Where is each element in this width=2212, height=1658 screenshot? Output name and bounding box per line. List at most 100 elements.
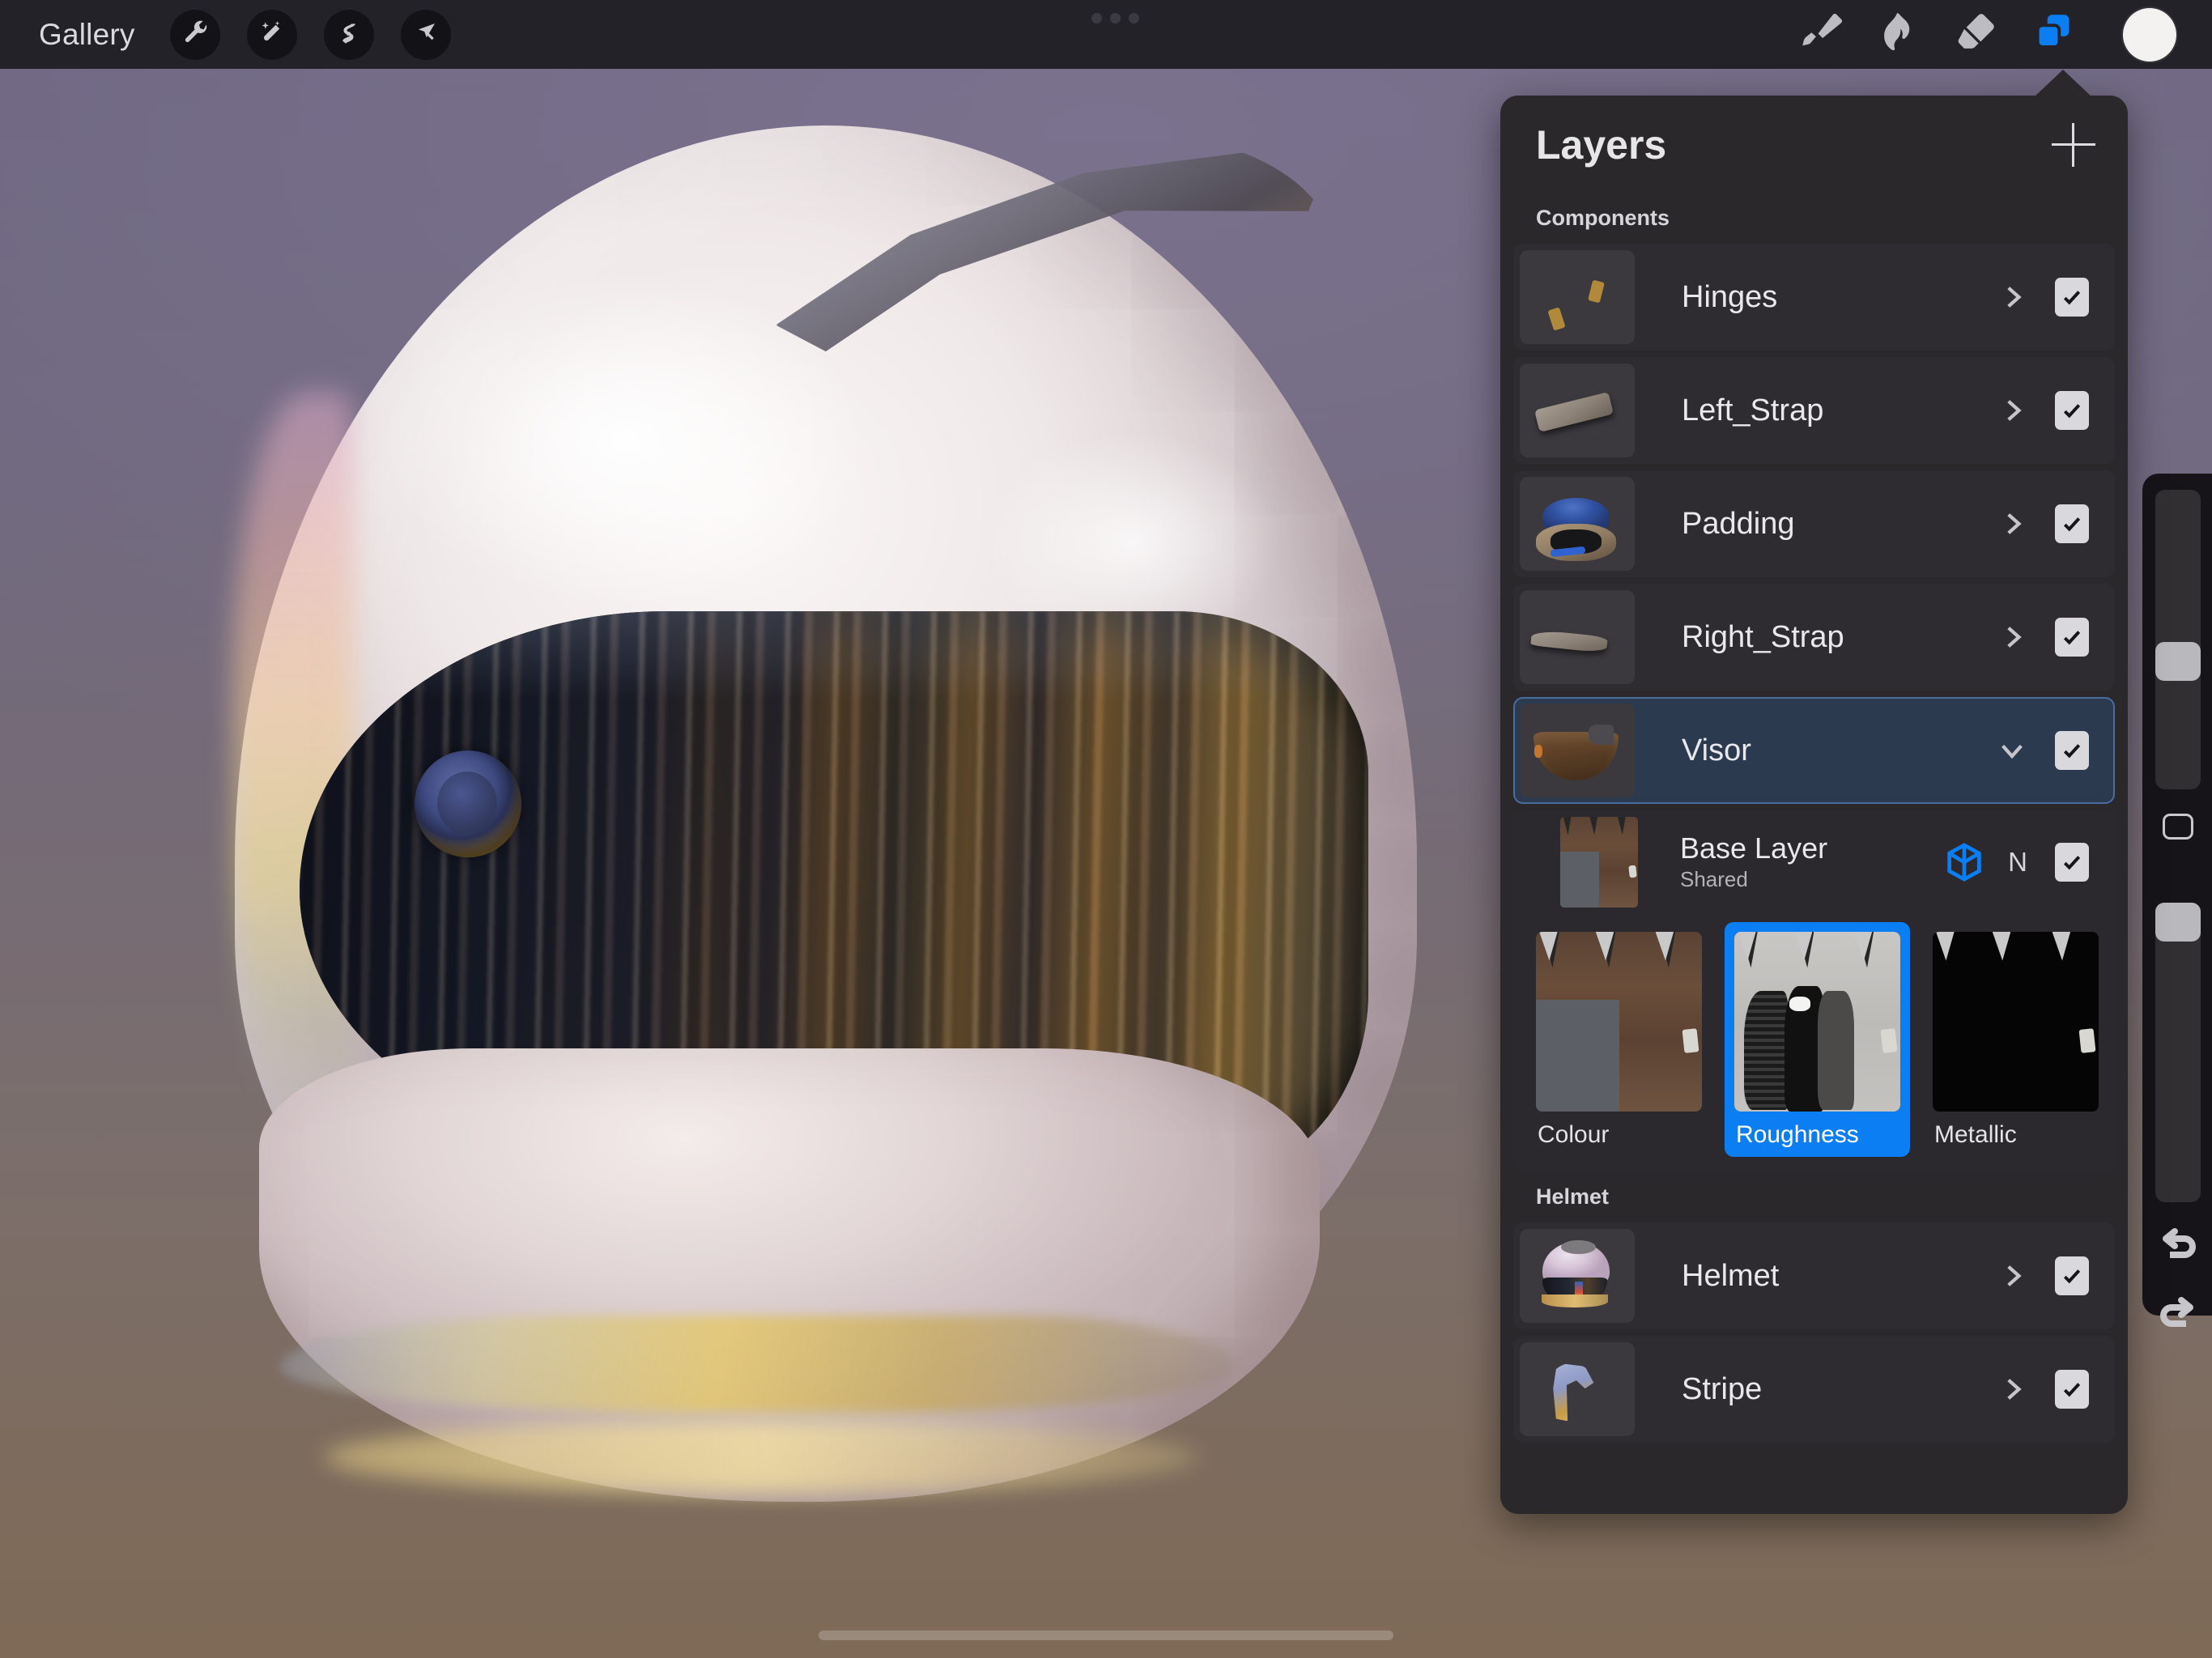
layers-button[interactable] [2014,0,2092,69]
texture-map-thumbnail [1536,932,1702,1112]
chevron-right-icon[interactable] [1998,1375,2026,1403]
section-label-helmet: Helmet [1500,1173,2128,1222]
sub-layer-visibility-checkbox[interactable] [2055,843,2089,882]
arrow-cursor-icon [412,19,440,50]
panel-pointer-triangle [2032,70,2094,99]
layer-row-padding[interactable]: Padding [1513,470,2115,577]
chevron-right-icon[interactable] [1998,283,2026,311]
eraser-button[interactable] [1937,0,2014,69]
helmet-chin-stripe [280,1316,1236,1413]
layer-name: Stripe [1682,1372,1998,1407]
layer-row-hinges[interactable]: Hinges [1513,244,2115,351]
top-toolbar: Gallery [0,0,2212,69]
visor-pivot-button [415,750,521,857]
texture-map-colour[interactable]: Colour [1526,922,1712,1157]
layer-visibility-checkbox[interactable] [2055,504,2089,543]
add-layer-button[interactable] [2052,123,2095,167]
color-swatch[interactable] [2123,8,2176,62]
gallery-button[interactable]: Gallery [31,13,143,57]
helmet-3d-model[interactable] [202,125,1449,1550]
layer-name: Helmet [1682,1259,1998,1294]
visor-tab [1589,725,1614,746]
chevron-right-icon[interactable] [1998,510,2026,538]
sub-layer-title: Base Layer [1680,832,1946,865]
redo-button[interactable] [2154,1291,2202,1340]
layer-row-stripe[interactable]: Stripe [1513,1336,2115,1443]
selection-button[interactable] [324,10,374,60]
brush-opacity-slider-thumb[interactable] [2155,903,2201,942]
layer-thumbnail-left-strap [1520,363,1635,457]
texture-preview [1560,817,1638,908]
undo-button[interactable] [2154,1222,2202,1271]
helmet-bottom-trim [324,1421,1198,1494]
uv-tab-light [1936,932,1955,961]
brush-size-slider[interactable] [2155,490,2201,789]
layers-icon [2030,9,2077,60]
roughness-dark-region [1744,991,1787,1110]
texture-map-metallic[interactable]: Metallic [1923,922,2108,1157]
texture-map-thumbnail [1734,932,1900,1112]
wrench-icon [181,19,209,50]
adjustments-wand-button[interactable] [247,10,297,60]
uv-tab [1618,817,1626,835]
redo-arrow-icon [2157,1296,2199,1336]
actions-wrench-button[interactable] [170,10,220,60]
uv-tab-light [1993,932,2011,961]
texture-map-roughness[interactable]: Roughness [1725,922,1910,1157]
thumb-art [1520,250,1635,344]
thumb-art [1520,1342,1635,1436]
visor-pivot-dot [1534,745,1542,758]
layer-thumbnail-hinges [1520,250,1635,344]
sub-layer-row-base-layer[interactable]: Base Layer Shared N [1513,810,2115,914]
chevron-right-icon[interactable] [1998,397,2026,424]
paintbrush-icon [1797,9,1844,60]
sub-layer-thumbnail [1560,817,1638,908]
uv-chip [1881,1028,1898,1053]
layer-visibility-checkbox[interactable] [2055,391,2089,430]
blend-mode-label[interactable]: N [2008,847,2027,878]
layer-row-visor[interactable]: Visor [1513,697,2115,804]
strap-shape [1530,630,1607,653]
thumb-art [1520,590,1635,684]
chevron-right-icon[interactable] [1998,623,2026,651]
layer-visibility-checkbox[interactable] [2055,618,2089,657]
roughness-highlight [1789,997,1811,1011]
smudge-button[interactable] [1859,0,1937,69]
texture-grey-region [1536,1000,1619,1112]
transform-button[interactable] [401,10,451,60]
layer-row-right-strap[interactable]: Right_Strap [1513,584,2115,691]
magic-wand-icon [258,19,286,50]
hinge-piece [1588,280,1605,304]
roughness-map-preview [1734,932,1900,1112]
layer-row-helmet[interactable]: Helmet [1513,1222,2115,1329]
layer-visibility-checkbox[interactable] [2055,731,2089,770]
undo-arrow-icon [2157,1227,2199,1267]
texture-map-label: Metallic [1933,1112,2099,1152]
chevron-right-icon[interactable] [1998,1262,2026,1290]
layer-visibility-checkbox[interactable] [2055,1370,2089,1409]
cube-3d-icon[interactable] [1946,843,1982,882]
smudge-icon [1874,9,1921,60]
layer-row-left-strap[interactable]: Left_Strap [1513,357,2115,464]
brush-opacity-slider[interactable] [2155,903,2201,1202]
thumb-art [1520,477,1635,571]
layer-visibility-checkbox[interactable] [2055,1256,2089,1295]
layer-thumbnail-visor [1520,704,1635,797]
toolbar-left-group: Gallery [0,0,451,69]
brush-size-slider-thumb[interactable] [2155,642,2201,681]
layer-visibility-checkbox[interactable] [2055,278,2089,317]
visor-pivot-core [437,772,497,835]
section-label-components: Components [1500,194,2128,244]
rounded-square-icon[interactable] [2163,814,2193,840]
dot [1091,13,1102,23]
chevron-down-icon[interactable] [1998,737,2026,764]
uv-tab [1563,817,1572,835]
layers-panel-header: Layers [1500,96,2128,194]
visor-sheen [300,611,1368,700]
uv-chip [1682,1028,1699,1053]
home-indicator[interactable] [819,1630,1393,1640]
paint-brush-button[interactable] [1781,0,1859,69]
uv-tab-light [2052,932,2071,961]
multitask-dots-indicator[interactable] [1091,13,1139,23]
eraser-icon [1952,9,1999,60]
